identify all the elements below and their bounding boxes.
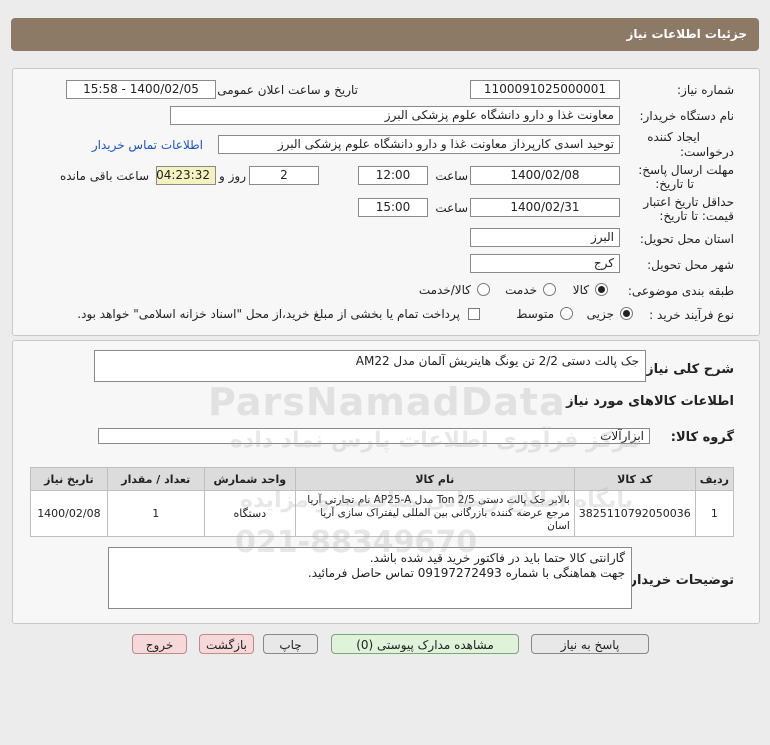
validity-label-line2: قیمت: تا تاریخ: — [659, 209, 734, 223]
category-radio-goods[interactable] — [595, 283, 608, 296]
purchase-type-label: نوع فرآیند خرید : — [649, 308, 734, 322]
goods-table-header: ردیف کد کالا نام کالا واحد شمارش تعداد /… — [30, 467, 735, 491]
page-header: جزئیات اطلاعات نیاز — [11, 18, 759, 51]
goods-section-title: اطلاعات کالاهای مورد نیاز — [566, 394, 734, 409]
buyer-org-label: نام دستگاه خریدار: — [639, 109, 735, 123]
category-option-service: خدمت — [505, 283, 537, 297]
creator-label-line1: ایجاد کننده — [647, 130, 700, 144]
back-button[interactable]: بازگشت — [199, 634, 254, 654]
col-name: نام کالا — [294, 467, 575, 491]
need-number-label: شماره نیاز: — [677, 83, 734, 97]
print-button[interactable]: چاپ — [263, 634, 318, 654]
need-summary-text: جک پالت دستی 2/2 تن یونگ هاینریش آلمان م… — [355, 354, 639, 368]
buyer-notes-line1: گارانتی کالا حتما باید در فاکتور خرید قی… — [369, 551, 625, 565]
treasury-checkbox[interactable] — [468, 308, 480, 320]
buyer-notes-label: توضیحات خریدار: — [624, 573, 734, 588]
deadline-time-label: ساعت — [435, 169, 468, 183]
need-number-field: 1100091025000001 — [470, 80, 620, 99]
table-row: 1 3825110792050036 بالابر جک پالت دستی 2… — [30, 490, 735, 537]
announce-datetime-label: تاریخ و ساعت اعلان عمومی: — [213, 83, 358, 97]
view-attachments-button[interactable]: مشاهده مدارک پیوستی (0) — [331, 634, 519, 654]
validity-date-field: 1400/02/31 — [470, 198, 620, 217]
treasury-note: پرداخت تمام یا بخشی از مبلغ خرید،از محل … — [77, 307, 460, 321]
cell-row: 1 — [694, 490, 735, 537]
creator-field: توحید اسدی کارپرداز معاونت غذا و دارو دا… — [218, 135, 620, 154]
goods-group-label: گروه کالا: — [670, 430, 734, 445]
buyer-org-field: معاونت غذا و دارو دانشگاه علوم پزشکی الب… — [170, 106, 620, 125]
col-unit: واحد شمارش — [203, 467, 296, 491]
buyer-notes-box: گارانتی کالا حتما باید در فاکتور خرید قی… — [108, 547, 632, 609]
remaining-time-field: 04:23:32 — [156, 166, 216, 185]
creator-label-line2: درخواست: — [680, 145, 734, 159]
province-label: استان محل تحویل: — [639, 232, 734, 246]
days-label: روز و — [219, 169, 246, 183]
purchase-radio-medium[interactable] — [560, 307, 573, 320]
category-radio-goods-service[interactable] — [477, 283, 490, 296]
category-label: طبقه بندی موضوعی: — [627, 284, 734, 298]
purchase-radio-minor[interactable] — [620, 307, 633, 320]
buyer-notes-line2: جهت هماهنگی با شماره 09197272493 تماس حا… — [307, 566, 625, 580]
purchase-option-medium: متوسط — [516, 307, 554, 321]
cell-date: 1400/02/08 — [30, 490, 108, 537]
city-field: کرج — [470, 254, 620, 273]
purchase-option-minor: جزیی — [586, 307, 614, 321]
validity-time-label: ساعت — [435, 201, 468, 215]
col-qty: تعداد / مقدار — [106, 467, 205, 491]
col-code: کد کالا — [573, 467, 696, 491]
deadline-date-field: 1400/02/08 — [470, 166, 620, 185]
city-label: شهر محل تحویل: — [647, 258, 734, 272]
reply-button[interactable]: پاسخ به نیاز — [531, 634, 649, 654]
deadline-time-field: 12:00 — [358, 166, 428, 185]
validity-label-line1: حداقل تاریخ اعتبار — [643, 195, 734, 209]
page-title: جزئیات اطلاعات نیاز — [626, 27, 747, 41]
category-option-goods-service: کالا/خدمت — [418, 283, 471, 297]
col-date: تاریخ نیاز — [30, 467, 108, 491]
goods-table: ردیف کد کالا نام کالا واحد شمارش تعداد /… — [30, 467, 735, 537]
buyer-contact-link[interactable]: اطلاعات تماس خریدار — [92, 138, 203, 152]
col-row: ردیف — [694, 467, 735, 491]
need-summary-box: جک پالت دستی 2/2 تن یونگ هاینریش آلمان م… — [94, 350, 646, 382]
province-field: البرز — [470, 228, 620, 247]
exit-button[interactable]: خروج — [132, 634, 187, 654]
remaining-days-field: 2 — [249, 166, 319, 185]
cell-unit: دستگاه — [203, 490, 296, 537]
cell-name: بالابر جک پالت دستی 2/5 Ton مدل AP25-A ن… — [294, 490, 575, 537]
category-option-goods: کالا — [572, 283, 589, 297]
cell-code: 3825110792050036 — [573, 490, 696, 537]
announce-datetime-field: 1400/02/05 - 15:58 — [66, 80, 216, 99]
deadline-label-line1: مهلت ارسال پاسخ: — [638, 163, 734, 177]
need-summary-label: شرح کلی نیاز: — [640, 362, 734, 377]
goods-group-field: ابزارآلات — [98, 428, 650, 444]
cell-qty: 1 — [106, 490, 205, 537]
category-radio-service[interactable] — [543, 283, 556, 296]
remaining-label: ساعت باقی مانده — [59, 169, 149, 183]
validity-time-field: 15:00 — [358, 198, 428, 217]
deadline-label-line2: تا تاریخ: — [655, 177, 694, 191]
